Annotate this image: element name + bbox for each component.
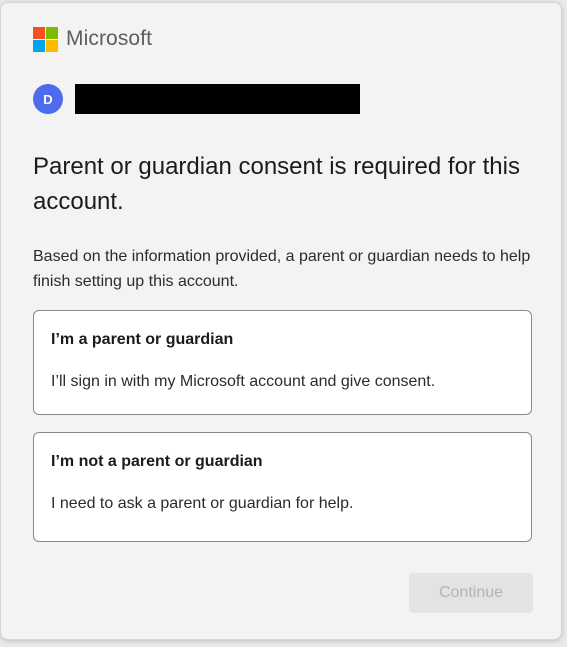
option-title: I’m not a parent or guardian [51,453,263,470]
logo-square-green [46,26,58,39]
option-parent-or-guardian[interactable]: I’m a parent or guardian I’ll sign in wi… [33,310,532,415]
avatar: D [33,84,63,114]
continue-button[interactable]: Continue [409,573,533,613]
account-identity: D [33,84,360,114]
page-title: Parent or guardian consent is required f… [33,153,520,215]
logo-square-yellow [46,39,58,52]
microsoft-logo-icon [33,26,58,52]
option-description: I’ll sign in with my Microsoft account a… [51,373,436,390]
brand-name: Microsoft [66,27,153,50]
option-description: I need to ask a parent or guardian for h… [51,495,354,512]
brand-header: Microsoft [33,25,152,53]
page-description: Based on the information provided, a par… [33,248,531,290]
consent-dialog: Microsoft D Parent or guardian consent i… [0,2,562,640]
redacted-email [75,84,360,114]
logo-square-blue [33,39,45,52]
option-title: I’m a parent or guardian [51,331,234,348]
logo-square-red [33,26,45,39]
option-not-parent-or-guardian[interactable]: I’m not a parent or guardian I need to a… [33,432,532,542]
